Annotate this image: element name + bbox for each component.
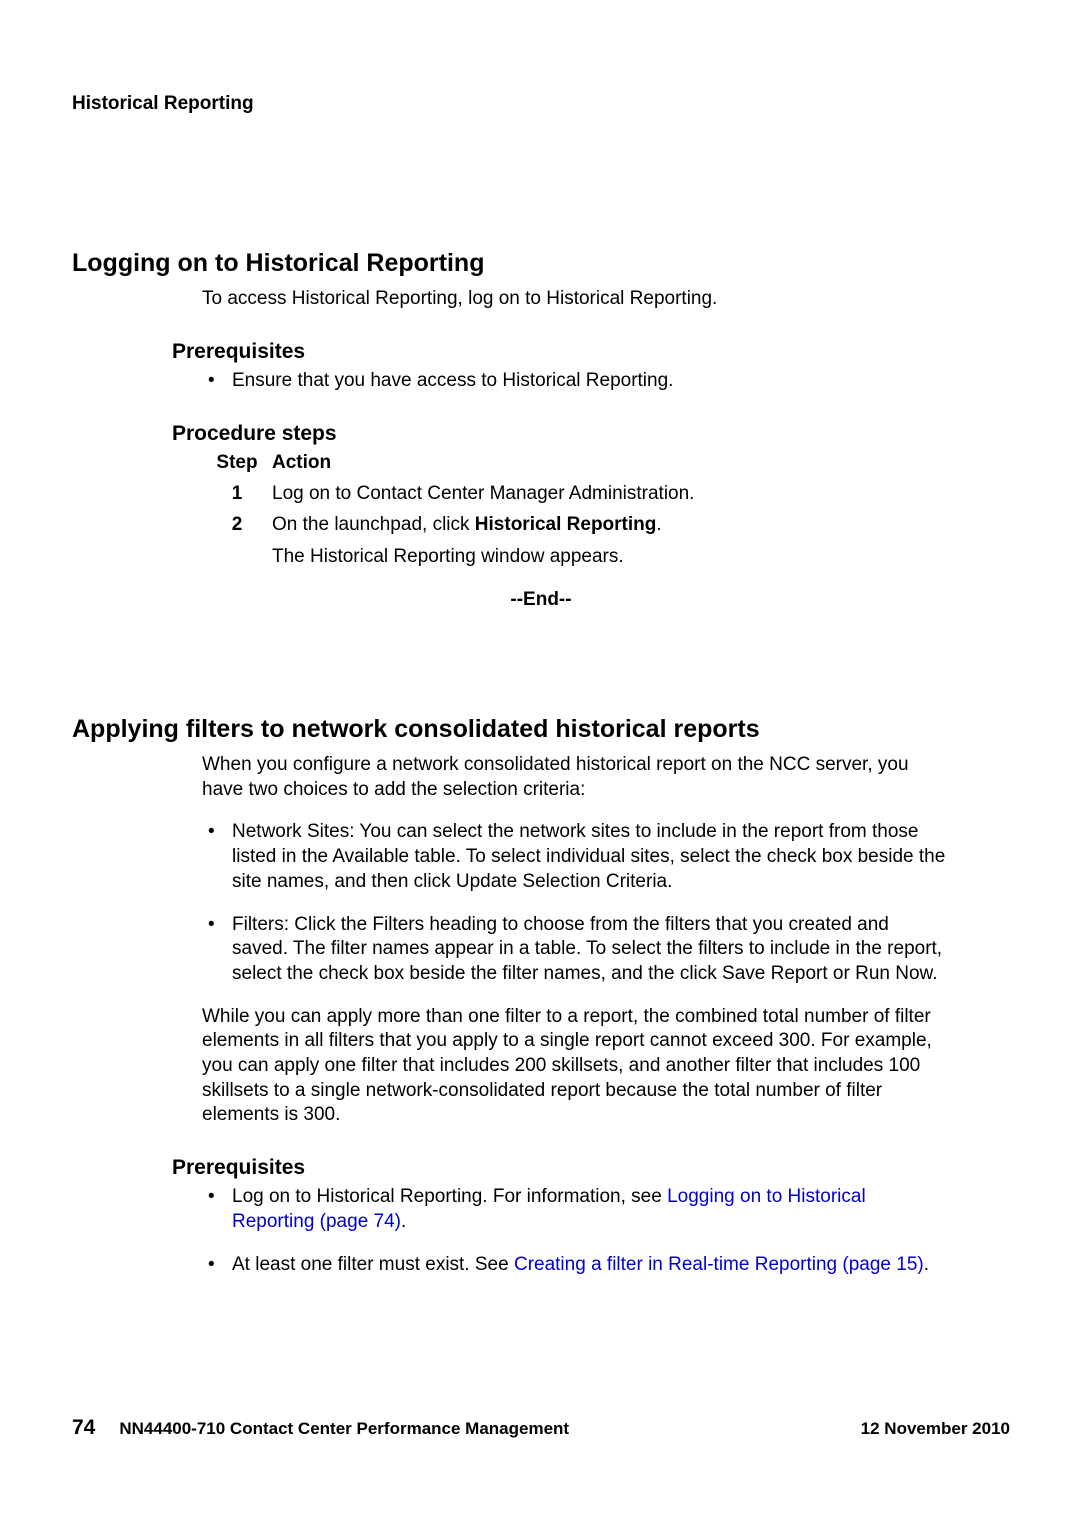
prerequisites-list: Ensure that you have access to Historica…	[202, 369, 950, 394]
step-action-bold: Historical Reporting	[475, 514, 657, 535]
page-footer: 74 NN44400-710 Contact Center Performanc…	[72, 1414, 1010, 1441]
list-item: Network Sites: You can select the networ…	[202, 820, 950, 894]
section1-intro: To access Historical Reporting, log on t…	[202, 287, 950, 312]
table-row: 1 Log on to Contact Center Manager Admin…	[202, 482, 1010, 507]
running-header: Historical Reporting	[72, 92, 1010, 117]
table-header-row: Step Action	[202, 451, 1010, 476]
procedure-steps-table: Step Action 1 Log on to Contact Center M…	[202, 451, 1010, 570]
footer-doc-id: NN44400-710 Contact Center Performance M…	[119, 1418, 860, 1440]
prerequisites-heading: Prerequisites	[172, 1154, 1010, 1181]
prereq-text: At least one filter must exist. See	[232, 1254, 514, 1275]
list-item: Filters: Click the Filters heading to ch…	[202, 913, 950, 987]
end-marker: --End--	[202, 588, 880, 613]
prerequisites-list: Log on to Historical Reporting. For info…	[202, 1185, 950, 1277]
prereq-tail: .	[401, 1211, 406, 1232]
step-action-prefix: On the launchpad, click	[272, 514, 475, 535]
step-result-note: The Historical Reporting window appears.	[272, 545, 1010, 570]
list-item: Log on to Historical Reporting. For info…	[202, 1185, 950, 1234]
step-number: 2	[202, 513, 272, 538]
prereq-tail: .	[924, 1254, 929, 1275]
step-action: Log on to Contact Center Manager Adminis…	[272, 482, 1010, 507]
step-number: 1	[202, 482, 272, 507]
prerequisites-heading: Prerequisites	[172, 338, 1010, 365]
prereq-text: Log on to Historical Reporting. For info…	[232, 1186, 667, 1207]
col-header-step: Step	[202, 451, 272, 476]
filter-limit-paragraph: While you can apply more than one filter…	[202, 1005, 950, 1128]
section-heading-logging-on: Logging on to Historical Reporting	[72, 247, 1010, 280]
list-item-text: Network Sites: You can select the networ…	[232, 821, 945, 891]
step-action-suffix: .	[656, 514, 661, 535]
footer-date: 12 November 2010	[861, 1418, 1010, 1440]
page-number: 74	[72, 1414, 95, 1441]
table-row: 2 On the launchpad, click Historical Rep…	[202, 513, 1010, 538]
procedure-steps-heading: Procedure steps	[172, 420, 1010, 447]
list-item-text: Ensure that you have access to Historica…	[232, 370, 673, 391]
list-item: At least one filter must exist. See Crea…	[202, 1253, 950, 1278]
choices-list: Network Sites: You can select the networ…	[202, 820, 950, 986]
section2-intro: When you configure a network consolidate…	[202, 753, 950, 802]
list-item-text: Filters: Click the Filters heading to ch…	[232, 914, 942, 984]
list-item: Ensure that you have access to Historica…	[202, 369, 950, 394]
col-header-action: Action	[272, 451, 1010, 476]
section-heading-applying-filters: Applying filters to network consolidated…	[72, 713, 1010, 746]
step-action: On the launchpad, click Historical Repor…	[272, 513, 1010, 538]
document-page: Historical Reporting Logging on to Histo…	[0, 0, 1080, 1527]
cross-reference-link[interactable]: Creating a filter in Real-time Reporting…	[514, 1254, 924, 1275]
